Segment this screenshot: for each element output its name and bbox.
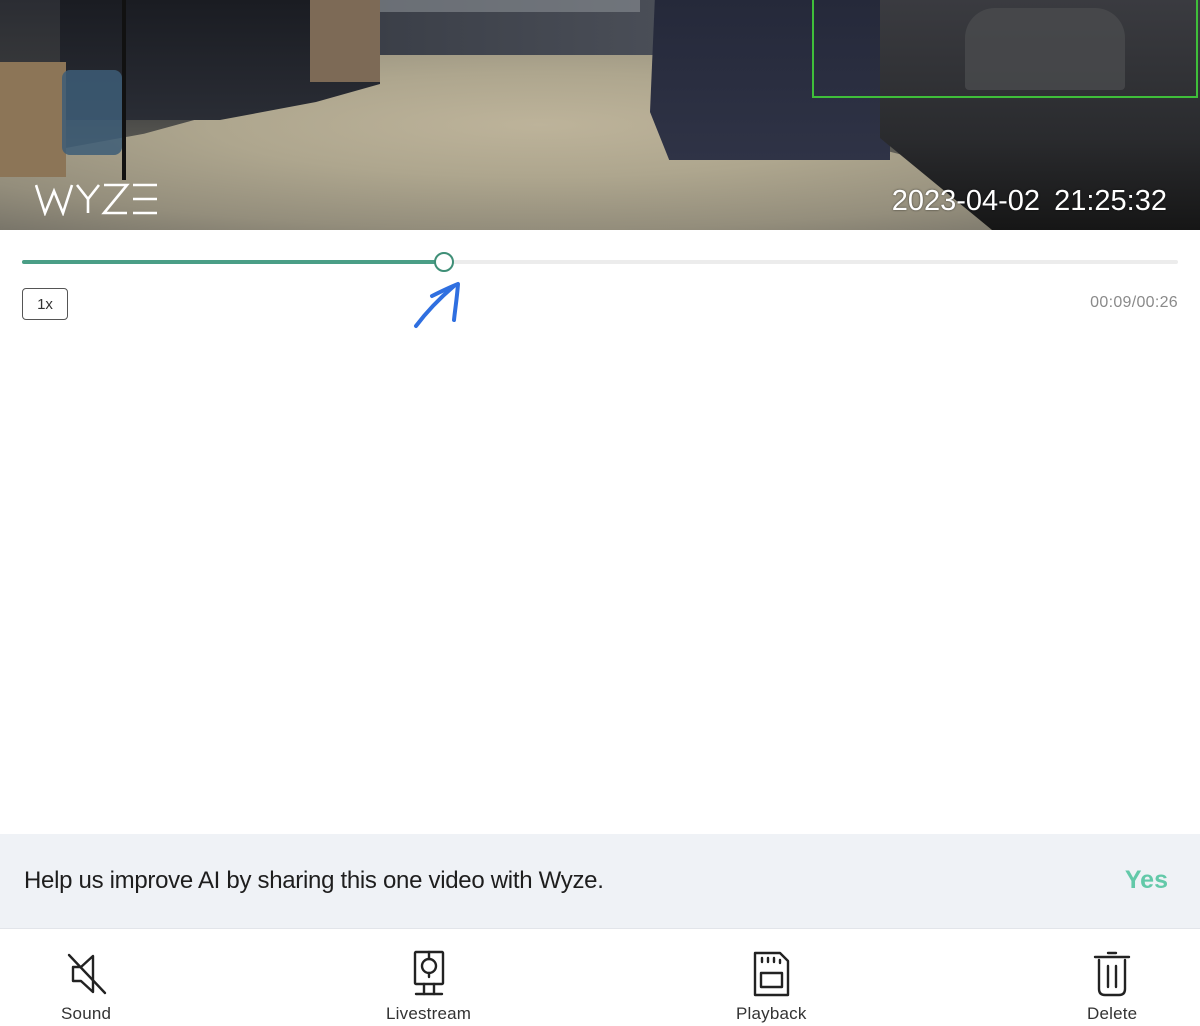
video-scene-light <box>380 0 640 12</box>
video-timestamp: 2023-04-02 21:25:32 <box>891 185 1167 217</box>
delete-label: Delete <box>1087 1004 1138 1023</box>
trash-icon <box>1093 951 1131 997</box>
livestream-button[interactable]: Livestream <box>386 949 471 1024</box>
ai-share-banner: Help us improve AI by sharing this one v… <box>0 834 1200 929</box>
scrubber-thumb[interactable] <box>434 252 455 272</box>
playback-button[interactable]: Playback <box>736 949 807 1024</box>
video-scene-box <box>0 62 66 177</box>
playback-scrubber[interactable] <box>22 252 1178 273</box>
playback-speed-button[interactable]: 1x <box>22 288 68 320</box>
video-scene-broom <box>122 0 126 180</box>
scrubber-progress-fill <box>22 260 445 264</box>
sd-card-icon <box>754 951 790 997</box>
playback-time-readout: 00:09/00:26 <box>1090 294 1178 311</box>
delete-button[interactable]: Delete <box>1087 949 1137 1024</box>
video-scene-box <box>310 0 380 82</box>
ai-share-message: Help us improve AI by sharing this one v… <box>24 867 604 894</box>
motion-detection-box <box>812 0 1198 98</box>
annotation-arrow-icon <box>414 282 460 328</box>
camera-icon <box>413 950 444 996</box>
playback-label: Playback <box>736 1004 807 1023</box>
video-scene-object <box>62 70 122 155</box>
livestream-label: Livestream <box>386 1004 472 1023</box>
sound-muted-icon <box>67 953 107 995</box>
video-player[interactable]: 2023-04-02 21:25:32 <box>0 0 1200 230</box>
sound-label: Sound <box>61 1004 112 1023</box>
sound-button[interactable]: Sound <box>61 949 111 1024</box>
bottom-toolbar: Sound Livestream Playback Delete <box>0 929 1200 1026</box>
wyze-watermark-logo <box>35 181 159 217</box>
ai-share-yes-button[interactable]: Yes <box>1125 866 1168 895</box>
